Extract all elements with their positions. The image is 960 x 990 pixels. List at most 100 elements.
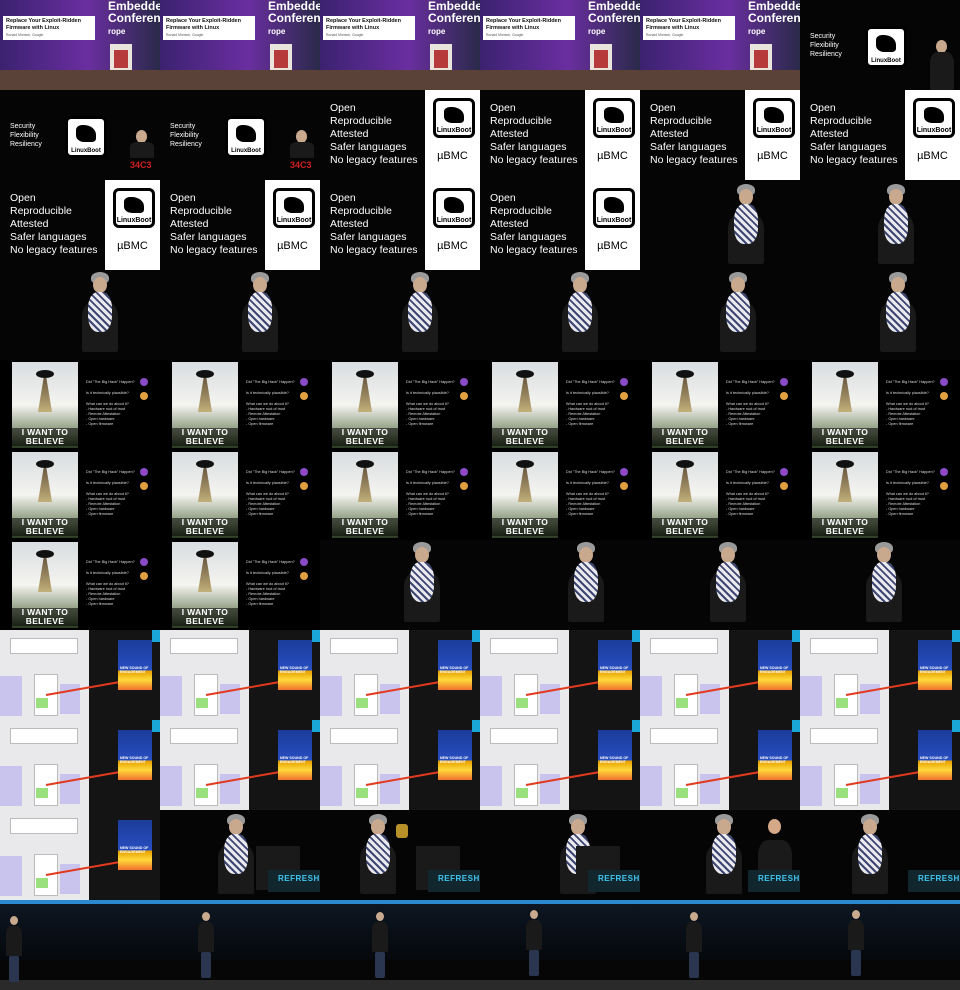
thumb-podium: REFRESHIN	[320, 810, 480, 900]
question: Did "The Big Hack" Happen?	[86, 470, 135, 474]
emoji-icon	[620, 468, 628, 476]
accent-bar	[152, 720, 160, 732]
question: - Open firmware	[726, 512, 754, 516]
speaker	[874, 184, 918, 270]
accent-bar	[152, 630, 160, 642]
thumb-title-slide: Replace Your Exploit-Ridden Firmware wit…	[0, 0, 160, 90]
question: Did "The Big Hack" Happen?	[406, 380, 455, 384]
floor-map	[800, 630, 889, 720]
question: Did "The Big Hack" Happen?	[86, 560, 135, 564]
thumb-map-slide: NEW SOUND OF ENGAGEMENT	[640, 630, 800, 720]
question: Did "The Big Hack" Happen?	[406, 470, 455, 474]
property-item: Attested	[10, 218, 49, 230]
event-poster: NEW SOUND OF ENGAGEMENT	[918, 640, 952, 690]
logo-text: LinuxBoot	[231, 148, 261, 154]
speaker	[928, 38, 956, 90]
stage-screen: REFRESHIN	[748, 870, 800, 892]
linuxboot-logo: LinuxBoot	[593, 188, 635, 228]
emoji-icon	[940, 392, 948, 400]
thumb-believe-slide: I WANT TO BELIEVE Did "The Big Hack" Happ…	[0, 360, 160, 450]
feature-item: Security	[170, 123, 196, 130]
penguin-icon	[763, 107, 785, 123]
believe-poster: I WANT TO BELIEVE	[492, 362, 558, 448]
stage-screen: REFRESHIN	[268, 870, 320, 892]
linuxboot-logo: LinuxBoot	[433, 188, 475, 228]
floor-map	[480, 720, 569, 810]
penguin-icon	[603, 107, 625, 123]
penguin-icon	[603, 197, 625, 213]
thumb-ubmc-slide: Open Reproducible Attested Safer languag…	[640, 90, 800, 180]
property-list: Open Reproducible Attested Safer languag…	[170, 192, 258, 257]
question: Is it technically plausible?	[566, 391, 609, 395]
accent-bar	[472, 720, 480, 732]
speaker	[78, 272, 122, 360]
talk-title: Replace Your Exploit-Ridden Firmware wit…	[166, 18, 241, 31]
emoji-icon	[460, 468, 468, 476]
poster-line2: BELIEVE	[12, 437, 78, 446]
tractor-beam	[198, 468, 212, 502]
question-list: Did "The Big Hack" Happen? Is it technica…	[406, 380, 455, 427]
poster-line2: BELIEVE	[652, 437, 718, 446]
speaker-line: Ronald Minnich, Google	[6, 33, 44, 37]
thumb-ubmc-slide: Open Reproducible Attested Safer languag…	[160, 180, 320, 270]
thumb-wide-stage	[800, 900, 960, 990]
thumb-speaker	[640, 270, 800, 360]
thumb-speaker	[480, 270, 640, 360]
emoji-icon	[140, 482, 148, 490]
question: Is it technically plausible?	[86, 481, 129, 485]
question: Is it technically plausible?	[886, 391, 929, 395]
talk-title-box: Replace Your Exploit-Ridden Firmware wit…	[3, 16, 95, 40]
emoji-icon	[460, 378, 468, 386]
logo-panel: LinuxBoot µBMC	[745, 90, 800, 180]
question: - Open firmware	[566, 512, 594, 516]
poster-line2: BELIEVE	[332, 437, 398, 446]
thumb-map-slide: NEW SOUND OF ENGAGEMENT	[160, 630, 320, 720]
thumb-map-slide: NEW SOUND OF ENGAGEMENT	[800, 720, 960, 810]
question: Is it technically plausible?	[246, 481, 289, 485]
question: - Open firmware	[886, 512, 914, 516]
floor-map	[160, 630, 249, 720]
event-poster: NEW SOUND OF ENGAGEMENT	[758, 640, 792, 690]
banner-line3: rope	[748, 27, 766, 36]
thumb-map-slide: NEW SOUND OF ENGAGEMENT	[640, 720, 800, 810]
question: - Open firmware	[726, 422, 754, 426]
question: - Open firmware	[86, 512, 114, 516]
believe-poster: I WANT TO BELIEVE	[332, 362, 398, 448]
ufo-icon	[196, 550, 214, 558]
ccc-logo: 34C3	[290, 160, 312, 170]
tractor-beam	[358, 378, 372, 412]
speaker	[4, 916, 24, 982]
property-item: Attested	[330, 128, 369, 140]
logo-panel: LinuxBoot µBMC	[425, 180, 480, 270]
speaker	[196, 912, 216, 978]
property-item: Attested	[330, 218, 369, 230]
believe-poster: I WANT TO BELIEVE	[12, 362, 78, 448]
property-item: No legacy features	[490, 244, 578, 256]
thumb-map-slide: NEW SOUND OF ENGAGEMENT	[0, 630, 160, 720]
property-item: Safer languages	[10, 231, 87, 243]
believe-poster: I WANT TO BELIEVE	[652, 452, 718, 538]
emoji-icon	[780, 378, 788, 386]
property-list: Open Reproducible Attested Safer languag…	[650, 102, 738, 167]
banner-line3: rope	[428, 27, 446, 36]
event-poster: NEW SOUND OF ENGAGEMENT	[438, 730, 472, 780]
thumb-title-slide: Replace Your Exploit-Ridden Firmware wit…	[320, 0, 480, 90]
ubmc-label: µBMC	[277, 240, 308, 252]
logo-text: LinuxBoot	[596, 127, 632, 134]
linuxboot-logo: LinuxBoot	[225, 116, 267, 158]
property-item: Open	[330, 102, 356, 114]
penguin-icon	[443, 107, 465, 123]
speaker	[706, 542, 750, 630]
logo-panel: LinuxBoot µBMC	[105, 180, 160, 270]
speaker	[356, 814, 400, 900]
stage-floor	[320, 70, 480, 90]
poster-text: NEW SOUND OF ENGAGEMENT	[920, 756, 949, 764]
property-item: Attested	[650, 128, 689, 140]
speaker	[848, 814, 892, 900]
property-item: Reproducible	[650, 115, 712, 127]
poster-text: NEW SOUND OF ENGAGEMENT	[440, 756, 469, 764]
poster-text: NEW SOUND OF ENGAGEMENT	[440, 666, 469, 674]
ufo-icon	[836, 370, 854, 378]
logo-panel: LinuxBoot µBMC	[265, 180, 320, 270]
question-list: Did "The Big Hack" Happen? Is it technica…	[246, 470, 295, 517]
